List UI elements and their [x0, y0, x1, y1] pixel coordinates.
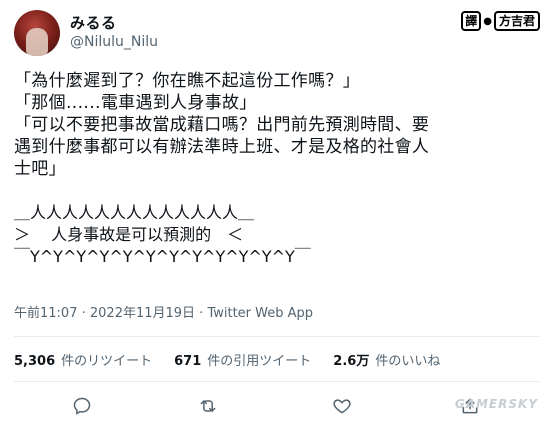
quotes-stat[interactable]: 671 件の引用ツイート: [174, 350, 311, 369]
retweet-button[interactable]: [196, 394, 220, 418]
ascii-speech-bubble: ＿人人人人人人人人人人人人人＿ ＞ 人身事故是可以預測的 ＜ ￣Y^Y^Y^Y^…: [14, 202, 539, 268]
watermark: GAMERSKY: [454, 397, 538, 411]
meta-separator: ·: [77, 306, 90, 321]
ascii-bottom: ￣Y^Y^Y^Y^Y^Y^Y^Y^Y^Y^Y^Y￣: [14, 247, 311, 266]
retweet-icon: [200, 400, 216, 412]
like-button[interactable]: [330, 394, 354, 418]
tweet-line: 「那個‥‥‥電車遇到人身事故」: [14, 93, 257, 113]
tweet-line: 「可以不要把事故當成藉口嗎？出門前先預測時間、要: [14, 115, 430, 135]
quotes-count: 671: [174, 354, 202, 369]
likes-stat[interactable]: 2.6万 件のいいね: [333, 350, 440, 369]
tweet-line: 士吧」: [14, 159, 66, 179]
divider: [14, 336, 540, 337]
avatar[interactable]: [14, 10, 60, 56]
translator-badge: 譯 ● 方吉君: [461, 10, 540, 32]
retweets-count: 5,306: [14, 354, 56, 369]
ascii-top: ＿人人人人人人人人人人人人人＿: [14, 203, 255, 222]
tweet-line: 「為什麼遲到了？你在瞧不起這份工作嗎？」: [14, 71, 360, 91]
retweets-label: 件のリツイート: [61, 354, 153, 369]
retweets-stat[interactable]: 5,306 件のリツイート: [14, 350, 152, 369]
tweet-text: 「為什麼遲到了？你在瞧不起這份工作嗎？」 「那個‥‥‥電車遇到人身事故」 「可以…: [14, 70, 539, 180]
divider: [14, 381, 540, 382]
translator-prefix: 譯: [461, 11, 482, 31]
tweet-time[interactable]: 午前11:07: [14, 306, 77, 321]
meta-separator: ·: [195, 306, 208, 321]
display-name[interactable]: みるる: [70, 12, 117, 33]
user-handle[interactable]: @Nilulu_Nilu: [70, 34, 158, 50]
likes-label: 件のいいね: [375, 354, 441, 369]
tweet-stats: 5,306 件のリツイート 671 件の引用ツイート 2.6万 件のいいね: [14, 350, 462, 369]
reply-button[interactable]: [70, 394, 94, 418]
translator-name: 方吉君: [493, 11, 540, 31]
tweet-meta: 午前11:07 · 2022年11月19日 · Twitter Web App: [14, 302, 313, 321]
ascii-middle: ＞ 人身事故是可以預測的 ＜: [14, 225, 244, 244]
reply-icon: [73, 397, 91, 415]
quotes-label: 件の引用ツイート: [207, 354, 312, 369]
likes-count: 2.6万: [333, 354, 370, 369]
tweet-card: みるる @Nilulu_Nilu 譯 ● 方吉君 「為什麼遲到了？你在瞧不起這份…: [0, 0, 550, 425]
tweet-line: 遇到什麼事都可以有辦法準時上班、才是及格的社會人: [14, 137, 430, 157]
tweet-client[interactable]: Twitter Web App: [207, 306, 313, 321]
heart-icon: [333, 399, 351, 414]
translator-separator: ●: [483, 15, 492, 27]
tweet-date[interactable]: 2022年11月19日: [90, 306, 195, 321]
